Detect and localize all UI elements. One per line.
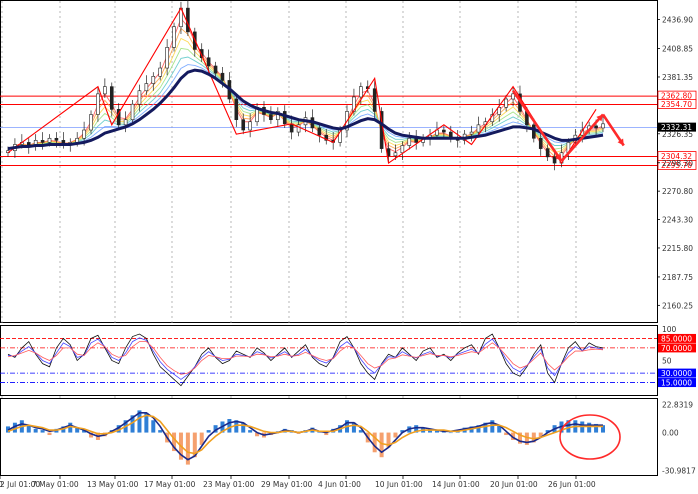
candle-body <box>601 123 605 129</box>
candle-body <box>442 129 446 133</box>
time-tick-label: 2 Jul 01:00 <box>0 480 40 489</box>
candle-body <box>476 124 481 133</box>
macd-histogram-bar <box>158 430 163 433</box>
candle-body <box>82 129 86 139</box>
macd-histogram-bar <box>587 422 592 433</box>
time-tick-label: 26 Jun 01:00 <box>548 480 596 489</box>
price-tick-label: 2326.35 <box>662 130 693 139</box>
candle-body <box>504 98 508 108</box>
time-tick-label: 13 May 01:00 <box>87 480 139 489</box>
macd-histogram-bar <box>151 420 156 433</box>
level-tag-label: 2354.70 <box>661 100 692 109</box>
candle-body <box>407 137 412 146</box>
oscillator-level-tag-label: 15.0000 <box>661 379 692 388</box>
candle-body <box>497 106 502 115</box>
price-tick-label: 2187.75 <box>662 273 693 282</box>
oscillator-panel-frame <box>0 325 658 396</box>
candle-body <box>130 103 135 120</box>
candle-body <box>54 137 59 141</box>
macd-histogram-bar <box>379 432 384 458</box>
price-tick-label: 2436.90 <box>662 16 693 25</box>
candle-body <box>234 98 239 120</box>
price-tick-label: 2408.85 <box>662 45 693 54</box>
price-tick-label: 2381.35 <box>662 73 693 82</box>
oscillator-tick-label: 50 <box>662 357 672 366</box>
oscillator-panel: 100 50 85.000070.0000 30.000015.0000 <box>0 325 696 396</box>
price-tick-label: 2270.80 <box>662 187 693 196</box>
oscillator-level-tag-label: 30.0000 <box>661 369 692 378</box>
price-panel-frame <box>0 0 658 323</box>
oscillator-tick-label: 100 <box>662 325 677 334</box>
candle-body <box>47 137 52 143</box>
candle-body <box>144 83 149 92</box>
candle-body <box>282 111 287 125</box>
candle-body <box>186 7 190 33</box>
time-tick-label: 23 May 01:00 <box>203 480 255 489</box>
candle-body <box>400 145 405 154</box>
candle-body <box>165 47 169 69</box>
chart-canvas: 2362.802354.702304.322295.702332.31 2436… <box>0 0 698 494</box>
candle-body <box>206 57 211 67</box>
candle-body <box>532 124 536 139</box>
candle-body <box>158 67 163 77</box>
time-tick-label: 20 Jun 01:00 <box>490 480 538 489</box>
candle-body <box>511 93 515 100</box>
candle-body <box>109 86 114 110</box>
candle-body <box>359 86 363 98</box>
macd-histogram-bar <box>393 432 398 438</box>
macd-tick-label: 22.8319 <box>662 400 693 409</box>
candle-body <box>317 127 322 136</box>
oscillator-level-tag-label: 85.0000 <box>661 334 692 343</box>
time-tick-label: 29 May 01:00 <box>261 480 313 489</box>
candle-body <box>545 148 550 158</box>
candle-body <box>89 114 93 131</box>
time-tick-label: 17 May 01:00 <box>144 480 196 489</box>
macd-tick-label: 0.00 <box>662 429 679 438</box>
candle-body <box>213 65 218 74</box>
candle-body <box>248 121 252 131</box>
oscillator-level-tag-label: 70.0000 <box>661 344 692 353</box>
candle-body <box>151 76 156 84</box>
macd-histogram-bar <box>248 430 253 433</box>
candle-body <box>469 131 474 135</box>
price-tick-label: 2160.25 <box>662 301 693 310</box>
candle-body <box>538 137 543 149</box>
candle-body <box>103 86 107 95</box>
candle-body <box>269 114 273 120</box>
candle-body <box>241 119 246 131</box>
macd-histogram-bar <box>33 428 38 433</box>
macd-histogram-bar <box>227 419 232 433</box>
candle-body <box>40 140 45 143</box>
macd-tick-label: -30.9817 <box>662 467 696 476</box>
time-tick-label: 4 Jun 01:00 <box>318 480 361 489</box>
macd-histogram-bar <box>448 432 453 434</box>
price-tick-label: 2215.80 <box>662 244 693 253</box>
candle-body <box>594 125 598 129</box>
price-tick-label: 2243.30 <box>662 216 693 225</box>
candle-body <box>220 72 225 81</box>
macd-histogram-bar <box>206 430 211 433</box>
candle-body <box>172 26 176 48</box>
price-tick-label: 2298.30 <box>662 159 693 168</box>
macd-histogram-bar <box>47 432 52 436</box>
candle-body <box>289 123 294 133</box>
time-tick-label: 10 Jun 01:00 <box>375 480 423 489</box>
candle-body <box>372 88 377 112</box>
time-tick-label: 14 Jun 01:00 <box>432 480 480 489</box>
macd-histogram-bar <box>40 430 45 433</box>
candle-body <box>393 152 398 157</box>
macd-panel: 22.8319 0.00 -30.9817 <box>0 398 696 476</box>
candle-body <box>137 90 142 105</box>
candle-body <box>96 93 100 115</box>
candle-body <box>123 119 128 126</box>
